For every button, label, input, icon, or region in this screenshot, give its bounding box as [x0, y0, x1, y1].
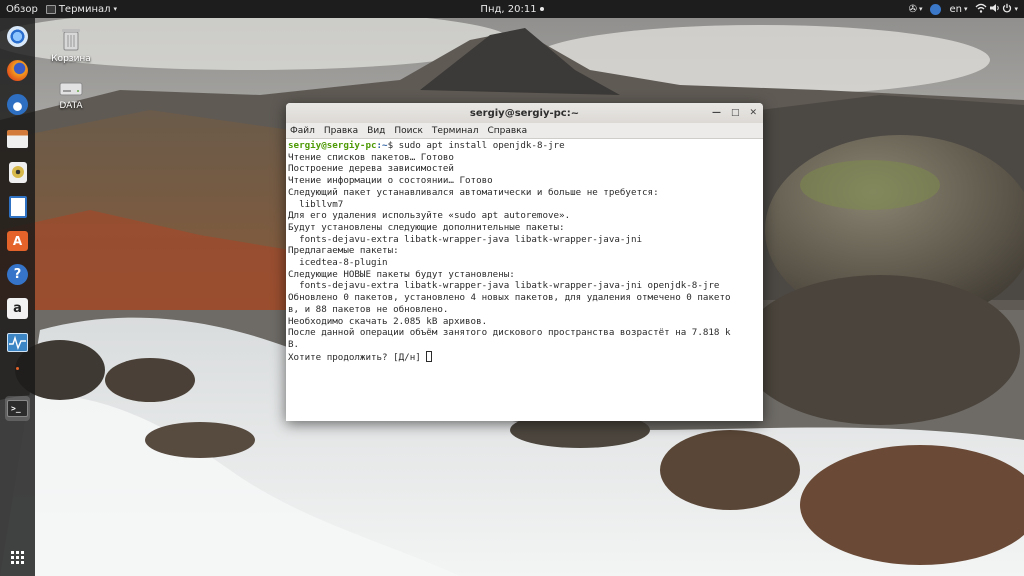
app-menu[interactable]: Терминал ▾: [45, 3, 118, 15]
power-icon: [1002, 3, 1012, 16]
output-line: После данной операции объём занятого дис…: [288, 327, 731, 339]
language-label: en: [949, 3, 962, 15]
output-line: в, и 88 пакетов не обновлено.: [288, 303, 449, 315]
top-bar: Обзор Терминал ▾ Пнд, 20:11 ✇ ▾ en ▾ ▾: [0, 0, 1024, 18]
vpn-indicator[interactable]: [930, 3, 942, 15]
clock-label: Пнд, 20:11: [480, 3, 537, 15]
terminal-output[interactable]: sergiy@sergiy-pc:~$ sudo apt install ope…: [286, 139, 763, 420]
output-line: Чтение списков пакетов… Готово: [288, 151, 454, 163]
terminal-window: sergiy@sergiy-pc:~ — □ ✕ Файл Правка Вид…: [286, 103, 763, 421]
volume-icon: [989, 3, 1000, 16]
output-line: icedtea-8-plugin: [288, 257, 388, 269]
output-line: fonts-dejavu-extra libatk-wrapper-java l…: [288, 280, 720, 292]
command-line: sergiy@sergiy-pc:~$ sudo apt install ope…: [288, 140, 761, 152]
help-icon: ?: [7, 264, 28, 285]
drive-icon: [59, 80, 83, 98]
confirm-question: Хотите продолжить? [Д/н]: [288, 351, 427, 363]
menu-bar: Файл Правка Вид Поиск Терминал Справка: [286, 123, 763, 139]
firefox-icon: [7, 60, 28, 81]
menu-file[interactable]: Файл: [290, 126, 315, 136]
output-line: Для его удаления используйте «sudo apt a…: [288, 210, 571, 222]
show-applications-button[interactable]: [5, 545, 30, 570]
accessibility-icon: ✇: [908, 3, 917, 15]
notification-dot-icon: [539, 6, 544, 11]
dock: A ? a >_: [0, 18, 35, 576]
shield-icon: [930, 3, 942, 15]
terminal-small-icon: [45, 4, 56, 14]
caret-down-icon: ▾: [963, 5, 968, 13]
output-line: Предлагаемые пакеты:: [288, 245, 399, 257]
menu-edit[interactable]: Правка: [324, 126, 358, 136]
software-center-icon: A: [7, 230, 28, 251]
prompt-path: :~: [376, 140, 388, 151]
chromium-icon: [7, 26, 28, 47]
menu-view[interactable]: Вид: [367, 126, 385, 136]
system-indicators: ✇ ▾ en ▾ ▾: [909, 0, 1018, 18]
system-monitor-icon: [7, 333, 28, 352]
activities-button[interactable]: Обзор: [0, 4, 46, 15]
system-menu[interactable]: ▾: [975, 3, 1018, 16]
dock-terminal[interactable]: >_: [5, 396, 30, 421]
window-titlebar[interactable]: sergiy@sergiy-pc:~ — □ ✕: [286, 103, 763, 123]
dock-files[interactable]: [5, 126, 30, 151]
app-grid-icon: [11, 551, 24, 564]
thunderbird-icon: [7, 94, 28, 115]
dock-software-center[interactable]: A: [5, 228, 30, 253]
amazon-icon: a: [7, 298, 28, 319]
dock-amazon[interactable]: a: [5, 296, 30, 321]
menu-search[interactable]: Поиск: [394, 126, 423, 136]
dock-system-monitor[interactable]: [5, 330, 30, 355]
output-line: Обновлено 0 пакетов, установлено 4 новых…: [288, 292, 731, 304]
trash-icon: [62, 27, 80, 51]
close-icon[interactable]: ✕: [749, 108, 757, 118]
output-line: Чтение информации о состоянии… Готово: [288, 175, 493, 187]
dock-help[interactable]: ?: [5, 262, 30, 287]
output-line: B.: [288, 338, 300, 350]
output-line: Следующий пакет устанавливался автоматич…: [288, 186, 659, 198]
caret-down-icon: ▾: [1014, 5, 1018, 13]
output-line: Будут установлены следующие дополнительн…: [288, 221, 565, 233]
dock-writer[interactable]: [5, 194, 30, 219]
rhythmbox-icon: [8, 162, 27, 183]
trash-label: Корзина: [51, 54, 91, 64]
menu-help[interactable]: Справка: [487, 126, 527, 136]
accessibility-indicator[interactable]: ✇ ▾: [909, 4, 923, 15]
command-text: $ sudo apt install openjdk-8-jre: [387, 140, 565, 151]
writer-icon: [8, 195, 27, 218]
dock-firefox[interactable]: [5, 58, 30, 83]
dock-rhythmbox[interactable]: [5, 160, 30, 185]
app-menu-label: Терминал: [58, 3, 111, 15]
caret-down-icon: ▾: [918, 5, 923, 13]
desktop-data-drive[interactable]: DATA: [41, 80, 101, 111]
input-line: Хотите продолжить? [Д/н]: [288, 350, 761, 364]
window-title: sergiy@sergiy-pc:~: [469, 107, 580, 119]
output-line: fonts-dejavu-extra libatk-wrapper-java l…: [288, 233, 643, 245]
prompt-user: sergiy@sergiy-pc: [288, 140, 377, 151]
caret-down-icon: ▾: [113, 5, 118, 13]
output-line: Построение дерева зависимостей: [288, 163, 454, 175]
output-line: libllvm7: [288, 198, 344, 210]
terminal-icon: >_: [7, 400, 28, 417]
language-indicator[interactable]: en ▾: [949, 4, 967, 15]
wifi-icon: [975, 3, 987, 16]
files-icon: [7, 129, 28, 148]
menu-terminal[interactable]: Терминал: [432, 126, 479, 136]
data-drive-label: DATA: [59, 101, 83, 111]
minimize-icon[interactable]: —: [712, 108, 721, 118]
output-line: Следующие НОВЫЕ пакеты будут установлены…: [288, 268, 515, 280]
text-cursor: [426, 350, 433, 362]
dock-thunderbird[interactable]: [5, 92, 30, 117]
maximize-icon[interactable]: □: [731, 108, 740, 118]
output-line: Необходимо скачать 2.085 kB архивов.: [288, 315, 488, 327]
running-indicator-icon: [15, 366, 20, 371]
clock-area: Пнд, 20:11: [0, 4, 1024, 15]
dock-chromium[interactable]: [5, 24, 30, 49]
clock-button[interactable]: Пнд, 20:11: [480, 3, 544, 15]
desktop-trash[interactable]: Корзина: [41, 27, 101, 64]
